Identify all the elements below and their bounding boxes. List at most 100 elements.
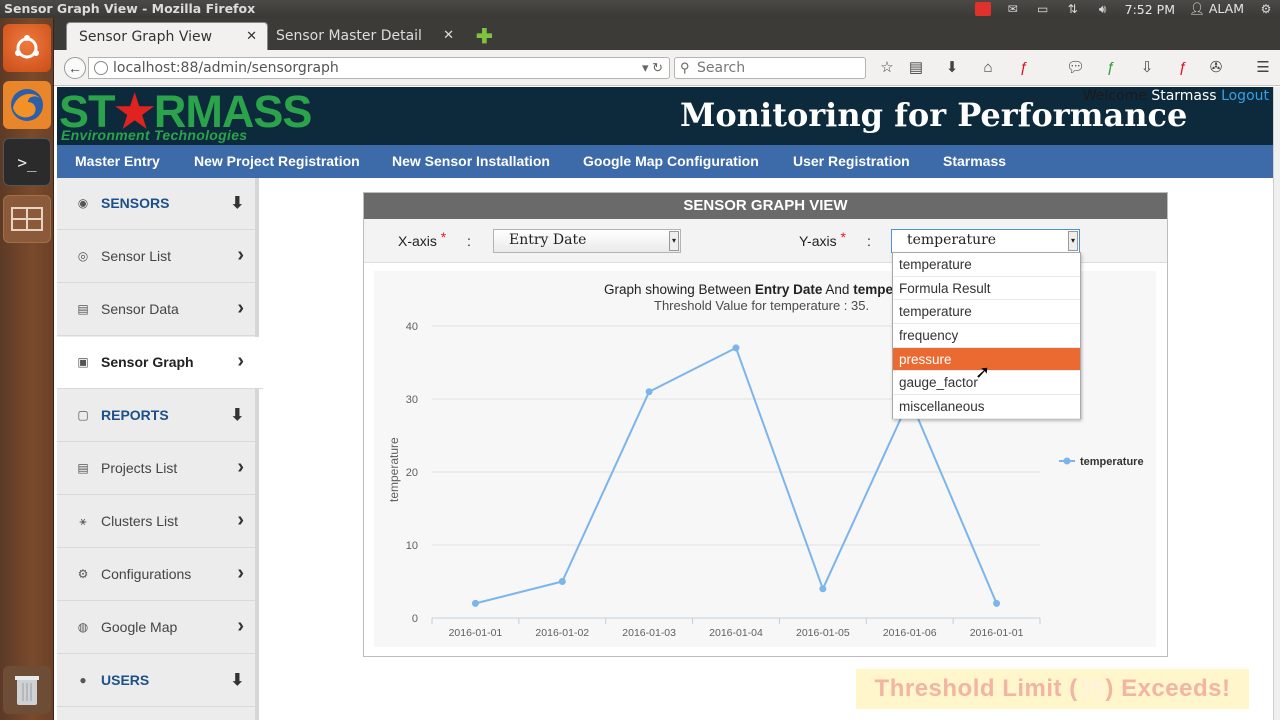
list-icon: ▤	[77, 461, 89, 475]
red-indicator-icon[interactable]	[974, 2, 991, 16]
extension-icon[interactable]: ✇	[1207, 59, 1225, 77]
user-menu[interactable]: 👤︎ ALAM	[1189, 1, 1244, 17]
sidebar-section-sensors[interactable]: ◉ SENSORS ⬇	[57, 178, 259, 230]
firefox-icon[interactable]	[3, 81, 51, 129]
sidebar-item-label: Configurations	[101, 566, 192, 582]
xaxis-colon: :	[467, 233, 471, 249]
legend-marker	[1063, 457, 1071, 465]
xaxis-label: X-axis *	[398, 229, 447, 249]
sidebar-section-users[interactable]: ● USERS ⬇	[57, 655, 259, 707]
arrow-down-icon: ⬇	[230, 672, 244, 689]
nav-user-registration[interactable]: User Registration	[793, 153, 910, 169]
download-box-icon[interactable]: ⇩	[1138, 59, 1156, 77]
sidebar-item-label: SENSORS	[101, 195, 170, 211]
sidebar-item-label: Sensor Data	[101, 301, 179, 317]
user-icon: 👤︎	[1189, 1, 1205, 16]
trash-icon[interactable]	[3, 666, 51, 714]
reload-icon[interactable]: ▾ ↻	[642, 60, 663, 76]
nav-starmass[interactable]: Starmass	[943, 153, 1006, 169]
chevron-right-icon: ›	[237, 509, 244, 531]
nav-new-sensor-installation[interactable]: New Sensor Installation	[392, 153, 550, 169]
back-arrow-icon[interactable]: ←	[64, 57, 86, 79]
data-point	[558, 578, 566, 585]
arrow-down-icon: ⬇	[230, 407, 244, 424]
bookmark-star-icon[interactable]: ☆	[878, 59, 896, 77]
system-tray: ✉ ▭ ⇅ 🔊︎ 7:52 PM 👤︎ ALAM ⚙	[974, 0, 1280, 18]
tab-sensor-master-detail[interactable]: Sensor Master Detail ✕	[264, 22, 464, 50]
chevron-right-icon: ›	[237, 456, 244, 478]
ubuntu-logo-icon[interactable]	[3, 24, 51, 72]
yaxis-colon: :	[867, 233, 871, 249]
red-addon-icon[interactable]: ƒ	[1174, 59, 1192, 77]
nav-new-project-registration[interactable]: New Project Registration	[194, 153, 360, 169]
hamburger-menu-icon[interactable]: ☰	[1254, 59, 1272, 77]
site-header: ST★RMASS Environment Technologies Welcom…	[57, 86, 1273, 145]
yaxis-option[interactable]: Formula Result	[893, 277, 1080, 301]
url-text: localhost:88/admin/sensorgraph	[113, 60, 339, 76]
sidebar-item-clusters-list[interactable]: ⚹ Clusters List ›	[57, 496, 259, 548]
workspace-switcher-icon[interactable]	[3, 195, 51, 243]
x-tick-label: 2016-01-01	[970, 627, 1024, 639]
tab-sensor-graph-view[interactable]: Sensor Graph View ✕	[66, 22, 268, 50]
sidebar-item-label: REPORTS	[101, 407, 169, 423]
yaxis-option[interactable]: miscellaneous	[893, 395, 1080, 419]
sidebar-item-configurations[interactable]: ⚙ Configurations ›	[57, 549, 259, 601]
chevron-down-icon: ▾	[669, 231, 679, 251]
x-tick-label: 2016-01-04	[709, 627, 763, 639]
sidebar-section-reports[interactable]: ▢ REPORTS ⬇	[57, 390, 259, 442]
x-tick-label: 2016-01-05	[796, 627, 850, 639]
data-point	[645, 388, 653, 396]
yaxis-option[interactable]: temperature	[893, 300, 1080, 325]
starmass-logo[interactable]: ST★RMASS Environment Technologies	[59, 86, 312, 145]
green-addon-icon[interactable]: ƒ	[1102, 59, 1120, 77]
y-axis-label: temperature	[387, 437, 401, 502]
x-tick-label: 2016-01-03	[622, 627, 676, 639]
x-tick-label: 2016-01-02	[535, 627, 589, 639]
network-icon[interactable]: ⇅	[1065, 2, 1081, 16]
chevron-down-icon: ▾	[1068, 231, 1078, 251]
nav-google-map-configuration[interactable]: Google Map Configuration	[583, 153, 759, 169]
sidebar-item-sensor-graph[interactable]: ▣ Sensor Graph ›	[57, 337, 263, 389]
search-input[interactable]: ⚲ Search	[674, 57, 866, 79]
yaxis-selected-value: temperature	[907, 232, 997, 248]
settings-gear-icon[interactable]: ⚙	[1258, 2, 1274, 16]
sidebar-item-label: Clusters List	[101, 513, 179, 529]
yaxis-option[interactable]: temperature	[893, 253, 1080, 277]
chevron-right-icon: ›	[237, 244, 244, 266]
new-tab-plus-icon[interactable]: ✚	[476, 24, 493, 49]
clock[interactable]: 7:52 PM	[1125, 2, 1175, 17]
logout-link[interactable]: Logout	[1221, 88, 1269, 104]
close-tab-icon[interactable]: ✕	[246, 29, 257, 44]
user-name: ALAM	[1208, 1, 1244, 16]
url-bar[interactable]: localhost:88/admin/sensorgraph ▾ ↻	[88, 57, 670, 79]
terminal-icon[interactable]: >_	[3, 138, 51, 186]
volume-icon[interactable]: 🔊︎	[1095, 2, 1111, 16]
sidebar-item-google-map[interactable]: ◍ Google Map ›	[57, 602, 259, 654]
data-point	[732, 344, 740, 352]
site-title: Monitoring for Performance	[680, 96, 1188, 134]
sidebar-item-projects-list[interactable]: ▤ Projects List ›	[57, 443, 259, 495]
battery-icon[interactable]: ▭	[1035, 2, 1051, 16]
window-title: Sensor Graph View - Mozilla Firefox	[4, 1, 256, 16]
home-icon[interactable]: ⌂	[979, 59, 997, 77]
sidebar-item-sensor-list[interactable]: ◎ Sensor List ›	[57, 231, 259, 283]
sidebar-item-sensor-data[interactable]: ▤ Sensor Data ›	[57, 284, 259, 336]
chat-icon[interactable]: 💬︎	[1066, 59, 1085, 77]
nav-master-entry[interactable]: Master Entry	[75, 153, 160, 169]
gear-icon: ⚙	[77, 567, 89, 581]
y-tick-label: 20	[406, 467, 418, 479]
xaxis-select[interactable]: Entry Date ▾	[493, 229, 681, 253]
y-tick-label: 40	[406, 321, 418, 333]
reading-list-icon[interactable]: ▤	[907, 59, 925, 77]
yaxis-select[interactable]: temperature ▾	[891, 229, 1080, 253]
y-tick-label: 10	[406, 540, 418, 552]
yaxis-option[interactable]: frequency	[893, 324, 1080, 348]
circle-icon: ◎	[77, 249, 89, 263]
flash-addon-icon[interactable]: ƒ	[1015, 59, 1033, 77]
close-tab-icon[interactable]: ✕	[443, 28, 454, 43]
mail-icon[interactable]: ✉	[1005, 2, 1021, 16]
download-arrow-icon[interactable]: ⬇	[943, 59, 961, 77]
sidebar: ◉ SENSORS ⬇ ◎ Sensor List › ▤ Sensor Dat…	[57, 178, 263, 720]
page-scrollbar[interactable]	[1273, 87, 1280, 720]
xaxis-selected-value: Entry Date	[509, 232, 587, 248]
